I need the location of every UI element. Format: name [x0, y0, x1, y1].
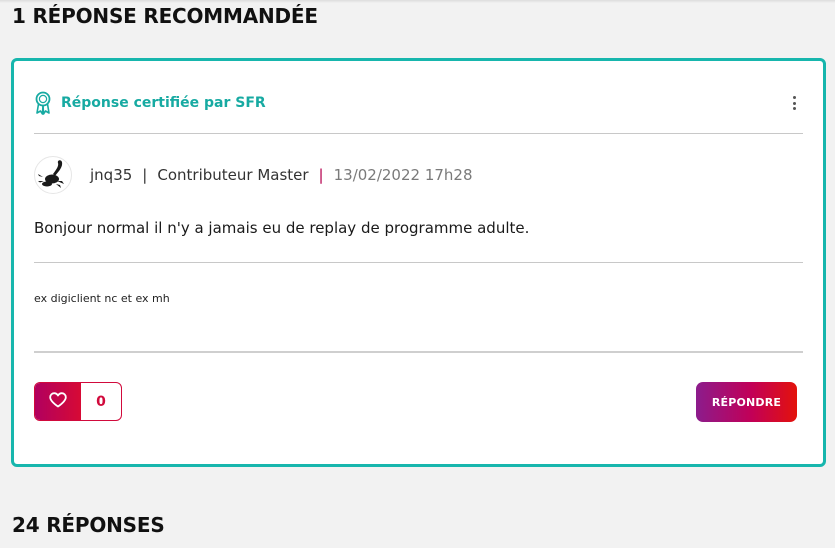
post-date: 13/02/2022 17h28 [333, 166, 473, 184]
certified-label: Réponse certifiée par SFR [61, 95, 266, 111]
recommended-answer-card: Réponse certifiée par SFR jnq35 | Contri… [11, 58, 826, 467]
divider [34, 351, 803, 353]
avatar[interactable] [34, 156, 72, 194]
like-button[interactable] [35, 383, 81, 420]
recommended-section-title: 1 RÉPONSE RECOMMANDÉE [12, 4, 318, 28]
replies-section-title: 24 RÉPONSES [12, 513, 165, 537]
signature: ex digiclient nc et ex mh [34, 292, 170, 305]
author-username[interactable]: jnq35 [90, 166, 132, 184]
certified-header: Réponse certifiée par SFR [34, 91, 803, 115]
page: 1 RÉPONSE RECOMMANDÉE Réponse certifiée … [0, 0, 835, 548]
separator: | [318, 166, 324, 184]
divider [34, 133, 803, 134]
author-row: jnq35 | Contributeur Master | 13/02/2022… [34, 155, 473, 195]
vertical-dots-icon[interactable] [789, 93, 799, 113]
like-control: 0 [34, 382, 122, 421]
award-ribbon-icon [34, 91, 52, 115]
like-count: 0 [96, 393, 106, 410]
heart-icon [49, 391, 67, 412]
header-shadow [0, 0, 835, 3]
message-body: Bonjour normal il n'y a jamais eu de rep… [34, 219, 530, 237]
separator: | [142, 166, 148, 184]
divider [34, 262, 803, 263]
author-rank: Contributeur Master [157, 166, 309, 184]
reply-button[interactable]: RÉPONDRE [696, 382, 797, 422]
